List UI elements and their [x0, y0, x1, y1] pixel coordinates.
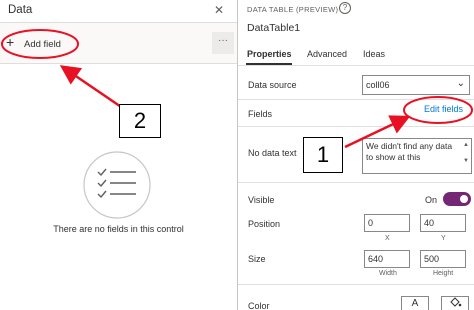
- divider: [238, 284, 474, 285]
- empty-message: There are no fields in this control: [53, 224, 184, 234]
- divider: [238, 126, 474, 127]
- tab-properties[interactable]: Properties: [247, 49, 292, 59]
- close-icon[interactable]: ✕: [214, 3, 224, 17]
- textarea-scrollbar[interactable]: ▲ ▼: [462, 141, 470, 165]
- height-input[interactable]: 500: [420, 250, 466, 268]
- fill-color-button[interactable]: [441, 296, 469, 310]
- visible-toggle[interactable]: [443, 192, 471, 206]
- annotation-box-1: 1: [303, 137, 343, 173]
- height-label: Height: [433, 270, 454, 277]
- add-field-button[interactable]: Add field: [24, 39, 61, 50]
- x-label: X: [385, 235, 390, 242]
- edit-fields-link[interactable]: Edit fields: [424, 104, 463, 114]
- data-source-select[interactable]: coll06 ⌄: [362, 75, 470, 95]
- text-color-button[interactable]: A: [401, 296, 429, 310]
- no-data-text-input[interactable]: We didn't find any data to show at this …: [362, 138, 472, 174]
- divider: [238, 65, 474, 66]
- component-name[interactable]: DataTable1: [247, 22, 300, 34]
- position-y-input[interactable]: 40: [420, 214, 466, 232]
- data-pane-title: Data: [8, 4, 33, 16]
- color-label: Color: [248, 301, 270, 310]
- paint-bucket-icon: [450, 297, 462, 307]
- properties-pane: DATA TABLE (PREVIEW) ? DataTable1 Proper…: [238, 0, 474, 310]
- no-data-text-label: No data text: [248, 148, 297, 158]
- width-input[interactable]: 640: [364, 250, 410, 268]
- fields-label: Fields: [248, 109, 273, 119]
- annotation-box-2: 2: [119, 104, 161, 138]
- tab-advanced[interactable]: Advanced: [307, 49, 347, 59]
- toggle-knob: [460, 195, 468, 203]
- component-type: DATA TABLE (PREVIEW): [247, 5, 339, 14]
- data-source-label: Data source: [248, 80, 297, 90]
- more-options-button[interactable]: ···: [212, 32, 234, 54]
- data-pane: Data ✕ + Add field ··· There are no fiel…: [0, 0, 237, 310]
- divider: [238, 99, 474, 100]
- size-label: Size: [248, 254, 266, 264]
- divider: [0, 63, 237, 64]
- plus-icon[interactable]: +: [6, 35, 14, 49]
- no-data-text-value: We didn't find any data to show at this: [366, 141, 453, 162]
- chevron-down-icon: ⌄: [456, 78, 465, 89]
- y-label: Y: [441, 235, 446, 242]
- width-label: Width: [379, 270, 397, 277]
- divider: [238, 182, 474, 183]
- visible-label: Visible: [248, 195, 275, 205]
- position-x-input[interactable]: 0: [364, 214, 410, 232]
- list-check-icon: [83, 151, 151, 219]
- help-icon[interactable]: ?: [339, 2, 351, 14]
- tab-ideas[interactable]: Ideas: [363, 49, 385, 59]
- data-source-value: coll06: [366, 80, 390, 90]
- visible-state-label: On: [425, 195, 438, 205]
- position-label: Position: [248, 219, 281, 229]
